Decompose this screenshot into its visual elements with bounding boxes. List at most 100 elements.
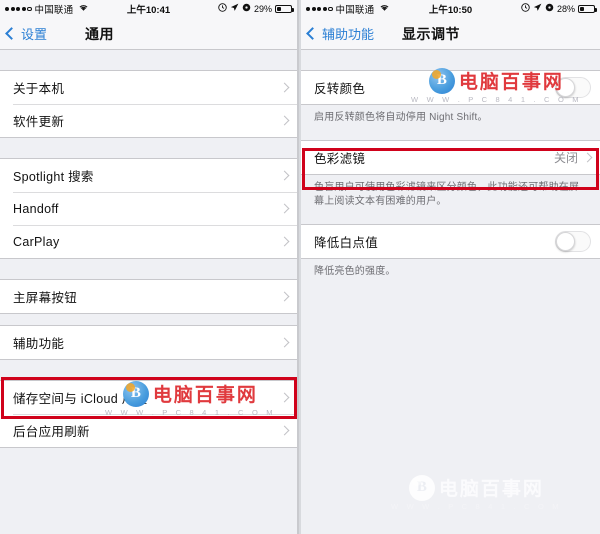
sidebar-item-about[interactable]: 关于本机	[0, 71, 297, 104]
chevron-left-icon	[5, 27, 18, 40]
sidebar-item-home-button[interactable]: 主屏幕按钮	[0, 280, 297, 313]
group-invert-colors: 反转颜色	[301, 70, 600, 105]
carrier-label: 中国联通	[335, 5, 375, 16]
group-color-filters: 色彩滤镜 关闭	[301, 140, 600, 175]
left-status-carrier-group: 中国联通	[5, 2, 89, 16]
row-label: 软件更新	[13, 115, 65, 129]
chevron-right-icon	[279, 337, 290, 348]
chevron-right-icon	[582, 152, 593, 163]
row-label: 后台应用刷新	[13, 425, 90, 439]
toggle-knob	[556, 232, 575, 251]
row-accessory	[279, 392, 290, 403]
panel-divider	[297, 0, 299, 534]
chevron-right-icon	[279, 236, 290, 247]
carrier-label: 中国联通	[34, 5, 74, 16]
group-reduce-white-point: 降低白点值	[301, 224, 600, 259]
list-spacer	[0, 360, 297, 380]
row-accessory	[279, 236, 290, 247]
alarm-icon	[218, 3, 227, 15]
left-nav-bar: 设置 通用	[0, 18, 297, 50]
footnote-color-filters: 色盲用户可使用色彩滤镜来区分颜色，此功能还可帮助在屏幕上阅读文本有困难的用户。	[301, 175, 600, 213]
left-phone-screen: 中国联通 上午10:41 29% 设置 通用 关于本机 软件更新 Spotlig…	[0, 0, 297, 534]
back-button-label: 设置	[21, 27, 48, 42]
chevron-right-icon	[279, 82, 290, 93]
row-label: 色彩滤镜	[314, 152, 366, 166]
right-phone-screen: 中国联通 上午10:50 28% 辅助功能 显示调节 反转颜色 启用反转颜色将自…	[301, 0, 600, 534]
row-accessory	[555, 231, 591, 252]
row-label: 降低白点值	[314, 236, 379, 250]
footnote-invert-colors: 启用反转颜色将自动停用 Night Shift。	[301, 105, 600, 129]
rotation-lock-icon	[242, 3, 251, 15]
signal-strength-icon	[306, 6, 333, 12]
row-label: 辅助功能	[13, 337, 65, 351]
row-label: Spotlight 搜索	[13, 170, 94, 184]
setting-row-invert-colors[interactable]: 反转颜色	[301, 71, 600, 104]
left-page-title: 通用	[85, 25, 115, 42]
left-status-bar: 中国联通 上午10:41 29%	[0, 0, 297, 18]
list-spacer	[301, 213, 600, 224]
row-label: 主屏幕按钮	[13, 291, 78, 305]
alarm-icon	[521, 3, 530, 15]
wifi-icon	[379, 3, 390, 15]
chevron-right-icon	[279, 170, 290, 181]
wifi-icon	[78, 3, 89, 15]
chevron-right-icon	[279, 115, 290, 126]
chevron-left-icon	[306, 27, 319, 40]
group-spotlight: Spotlight 搜索 Handoff CarPlay	[0, 158, 297, 259]
footnote-reduce-white-point: 降低亮色的强度。	[301, 259, 600, 283]
row-accessory	[279, 170, 290, 181]
chevron-right-icon	[279, 203, 290, 214]
toggle-knob	[556, 78, 575, 97]
sidebar-item-carplay[interactable]: CarPlay	[0, 225, 297, 258]
back-button-label: 辅助功能	[322, 27, 375, 42]
row-accessory	[279, 203, 290, 214]
sidebar-item-storage-icloud[interactable]: 储存空间与 iCloud 用量	[0, 381, 297, 414]
row-label: 反转颜色	[314, 82, 366, 96]
sidebar-item-software-update[interactable]: 软件更新	[0, 104, 297, 137]
list-spacer	[301, 129, 600, 140]
right-nav-bar: 辅助功能 显示调节	[301, 18, 600, 50]
battery-percent-label: 28%	[556, 4, 575, 14]
left-settings-list: 关于本机 软件更新 Spotlight 搜索 Handoff CarPlay 主…	[0, 50, 297, 534]
group-device: 关于本机 软件更新	[0, 70, 297, 138]
row-accessory	[555, 77, 591, 98]
sidebar-item-handoff[interactable]: Handoff	[0, 192, 297, 225]
list-spacer	[0, 138, 297, 158]
row-label: 关于本机	[13, 82, 65, 96]
row-accessory	[279, 82, 290, 93]
rotation-lock-icon	[545, 3, 554, 15]
toggle-reduce-white-point[interactable]	[555, 231, 591, 252]
list-spacer	[0, 314, 297, 325]
group-accessibility: 辅助功能	[0, 325, 297, 360]
color-filters-value: 关闭	[553, 151, 578, 165]
sidebar-item-accessibility[interactable]: 辅助功能	[0, 326, 297, 359]
back-button-settings[interactable]: 设置	[5, 24, 48, 43]
battery-icon	[578, 5, 597, 13]
row-accessory	[279, 337, 290, 348]
back-button-accessibility[interactable]: 辅助功能	[306, 24, 375, 43]
chevron-right-icon	[279, 425, 290, 436]
battery-percent-label: 29%	[253, 4, 272, 14]
toggle-invert-colors[interactable]	[555, 77, 591, 98]
row-accessory	[279, 115, 290, 126]
list-spacer	[0, 50, 297, 70]
setting-row-color-filters[interactable]: 色彩滤镜 关闭	[301, 141, 600, 174]
row-label: Handoff	[13, 201, 59, 216]
group-storage: 储存空间与 iCloud 用量 后台应用刷新	[0, 380, 297, 448]
sidebar-item-spotlight-search[interactable]: Spotlight 搜索	[0, 159, 297, 192]
chevron-right-icon	[279, 291, 290, 302]
row-accessory: 关闭	[553, 149, 593, 166]
list-spacer	[301, 50, 600, 70]
display-accommodations-list: 反转颜色 启用反转颜色将自动停用 Night Shift。 色彩滤镜 关闭 色盲…	[301, 50, 600, 534]
list-spacer	[0, 259, 297, 279]
right-status-carrier-group: 中国联通	[306, 2, 390, 16]
setting-row-reduce-white-point[interactable]: 降低白点值	[301, 225, 600, 258]
location-arrow-icon	[230, 3, 239, 15]
row-label: 储存空间与 iCloud 用量	[13, 392, 148, 406]
right-status-icons: 28%	[521, 3, 597, 15]
sidebar-item-background-refresh[interactable]: 后台应用刷新	[0, 414, 297, 447]
row-label: CarPlay	[13, 234, 60, 249]
group-home-button: 主屏幕按钮	[0, 279, 297, 314]
signal-strength-icon	[5, 6, 32, 12]
chevron-right-icon	[279, 392, 290, 403]
